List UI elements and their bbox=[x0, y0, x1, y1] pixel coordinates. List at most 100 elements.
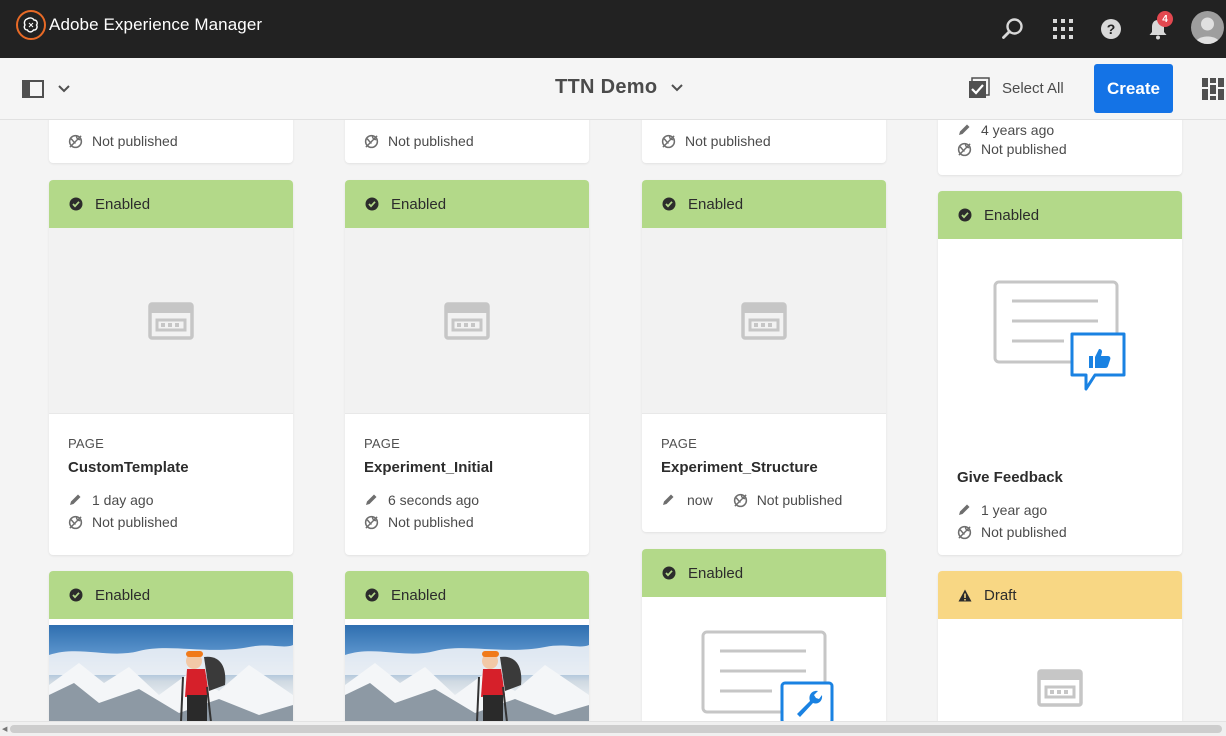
chevron-down-icon bbox=[671, 83, 684, 91]
globe-off-icon bbox=[68, 134, 84, 149]
publish-status: Not published bbox=[68, 133, 178, 149]
globe-off-icon bbox=[364, 515, 380, 530]
card-partial[interactable]: Not published bbox=[642, 120, 886, 163]
thumbnail bbox=[938, 239, 1182, 435]
card-info: PAGE Experiment_Structure now Not publis… bbox=[642, 414, 886, 508]
publish-status: Not published bbox=[68, 514, 274, 530]
check-circle-icon bbox=[69, 197, 83, 211]
page-title: TTN Demo bbox=[555, 76, 658, 98]
horizontal-scrollbar[interactable]: ◀ bbox=[0, 721, 1226, 736]
scroll-left-icon[interactable]: ◀ bbox=[2, 725, 7, 733]
svg-text:?: ? bbox=[1107, 21, 1116, 37]
page-card[interactable]: Enabled Give Feedback 1 year ago Not pub… bbox=[938, 191, 1182, 555]
check-circle-icon bbox=[365, 588, 379, 602]
modified-time: 1 year ago bbox=[957, 502, 1163, 518]
page-template-icon bbox=[1037, 669, 1083, 707]
create-button[interactable]: Create bbox=[1094, 64, 1173, 113]
thumbnail bbox=[49, 228, 293, 414]
user-avatar[interactable] bbox=[1191, 11, 1224, 44]
page-card[interactable]: Draft bbox=[938, 571, 1182, 721]
check-circle-icon bbox=[69, 588, 83, 602]
status-banner: Enabled bbox=[49, 571, 293, 619]
globe-off-icon bbox=[957, 142, 973, 157]
modified-time: now bbox=[687, 492, 713, 508]
scrollbar-thumb[interactable] bbox=[10, 725, 1222, 733]
pencil-icon bbox=[957, 123, 973, 137]
status-banner: Enabled bbox=[642, 180, 886, 228]
status-banner: Enabled bbox=[345, 180, 589, 228]
hiker-thumbnail bbox=[345, 625, 589, 721]
brand[interactable]: Adobe Experience Manager bbox=[16, 10, 262, 40]
card-info: PAGE Experiment_Initial 6 seconds ago No… bbox=[345, 414, 589, 530]
publish-status: Not published bbox=[364, 133, 474, 149]
publish-status: Not published bbox=[957, 141, 1067, 157]
card-grid: Not published Not published Not publishe… bbox=[0, 120, 1226, 721]
card-partial[interactable]: 4 years ago Not published bbox=[938, 120, 1182, 175]
modified-time: 6 seconds ago bbox=[364, 492, 570, 508]
page-card[interactable]: Enabled PAGE Experiment_Structure now No… bbox=[642, 180, 886, 532]
card-title: Experiment_Initial bbox=[364, 459, 494, 476]
search-icon[interactable] bbox=[998, 14, 1028, 44]
page-card[interactable]: Enabled bbox=[49, 571, 293, 721]
card-title: Experiment_Structure bbox=[661, 459, 818, 476]
status-banner: Enabled bbox=[345, 571, 589, 619]
card-meta: now Not published bbox=[661, 492, 867, 508]
app-title: Adobe Experience Manager bbox=[49, 15, 263, 34]
page-template-icon bbox=[741, 301, 787, 340]
card-title: CustomTemplate bbox=[68, 459, 189, 476]
notification-badge: 4 bbox=[1157, 11, 1173, 27]
page-card[interactable]: Enabled PAGE CustomTemplate 1 day ago No… bbox=[49, 180, 293, 555]
feedback-icon bbox=[993, 280, 1126, 391]
pencil-icon bbox=[364, 493, 380, 507]
card-type: PAGE bbox=[661, 436, 697, 451]
check-circle-icon bbox=[958, 208, 972, 222]
pencil-icon bbox=[661, 493, 677, 507]
card-partial[interactable]: Not published bbox=[345, 120, 589, 163]
page-template-icon bbox=[444, 301, 490, 340]
rail-toggle[interactable] bbox=[22, 80, 70, 98]
status-banner: Enabled bbox=[642, 549, 886, 597]
page-template-icon bbox=[148, 301, 194, 340]
shell-header: Adobe Experience Manager ? 4 bbox=[0, 0, 1226, 58]
globe-off-icon bbox=[68, 515, 84, 530]
page-card[interactable]: Enabled bbox=[642, 549, 886, 721]
globe-off-icon bbox=[957, 525, 973, 540]
alert-icon bbox=[958, 589, 972, 602]
pencil-icon bbox=[68, 493, 84, 507]
bell-icon[interactable]: 4 bbox=[1143, 11, 1173, 44]
customize-icon bbox=[701, 630, 834, 721]
status-banner: Enabled bbox=[49, 180, 293, 228]
modified-time: 4 years ago bbox=[957, 122, 1054, 138]
thumbnail bbox=[938, 619, 1182, 721]
publish-status: Not published bbox=[957, 524, 1163, 540]
globe-off-icon bbox=[364, 134, 380, 149]
aem-logo-icon bbox=[16, 10, 46, 40]
globe-off-icon bbox=[733, 493, 749, 508]
page-card[interactable]: Enabled PAGE Experiment_Initial 6 second… bbox=[345, 180, 589, 555]
card-info: Give Feedback 1 year ago Not published bbox=[938, 435, 1182, 540]
thumbnail bbox=[345, 228, 589, 414]
modified-time: 1 day ago bbox=[68, 492, 274, 508]
publish-status: Not published bbox=[661, 133, 771, 149]
check-circle-icon bbox=[365, 197, 379, 211]
hiker-thumbnail bbox=[49, 625, 293, 721]
chevron-down-icon bbox=[58, 85, 70, 93]
pencil-icon bbox=[957, 503, 973, 517]
card-title: Give Feedback bbox=[957, 469, 1063, 486]
side-panel-icon bbox=[22, 80, 44, 98]
thumbnail bbox=[642, 228, 886, 414]
page-title-switcher[interactable]: TTN Demo bbox=[555, 76, 684, 99]
publish-status: Not published bbox=[756, 492, 843, 508]
solutions-grid-icon[interactable] bbox=[1048, 14, 1078, 44]
card-type: PAGE bbox=[68, 436, 104, 451]
card-info: PAGE CustomTemplate 1 day ago Not publis… bbox=[49, 414, 293, 530]
select-all-icon bbox=[969, 77, 990, 98]
help-icon[interactable]: ? bbox=[1096, 14, 1126, 44]
check-circle-icon bbox=[662, 197, 676, 211]
thumbnail bbox=[642, 597, 886, 721]
select-all-button[interactable]: Select All bbox=[968, 77, 1064, 99]
card-partial[interactable]: Not published bbox=[49, 120, 293, 163]
page-card[interactable]: Enabled bbox=[345, 571, 589, 721]
status-banner: Enabled bbox=[938, 191, 1182, 239]
view-switcher-icon[interactable] bbox=[1202, 78, 1226, 105]
